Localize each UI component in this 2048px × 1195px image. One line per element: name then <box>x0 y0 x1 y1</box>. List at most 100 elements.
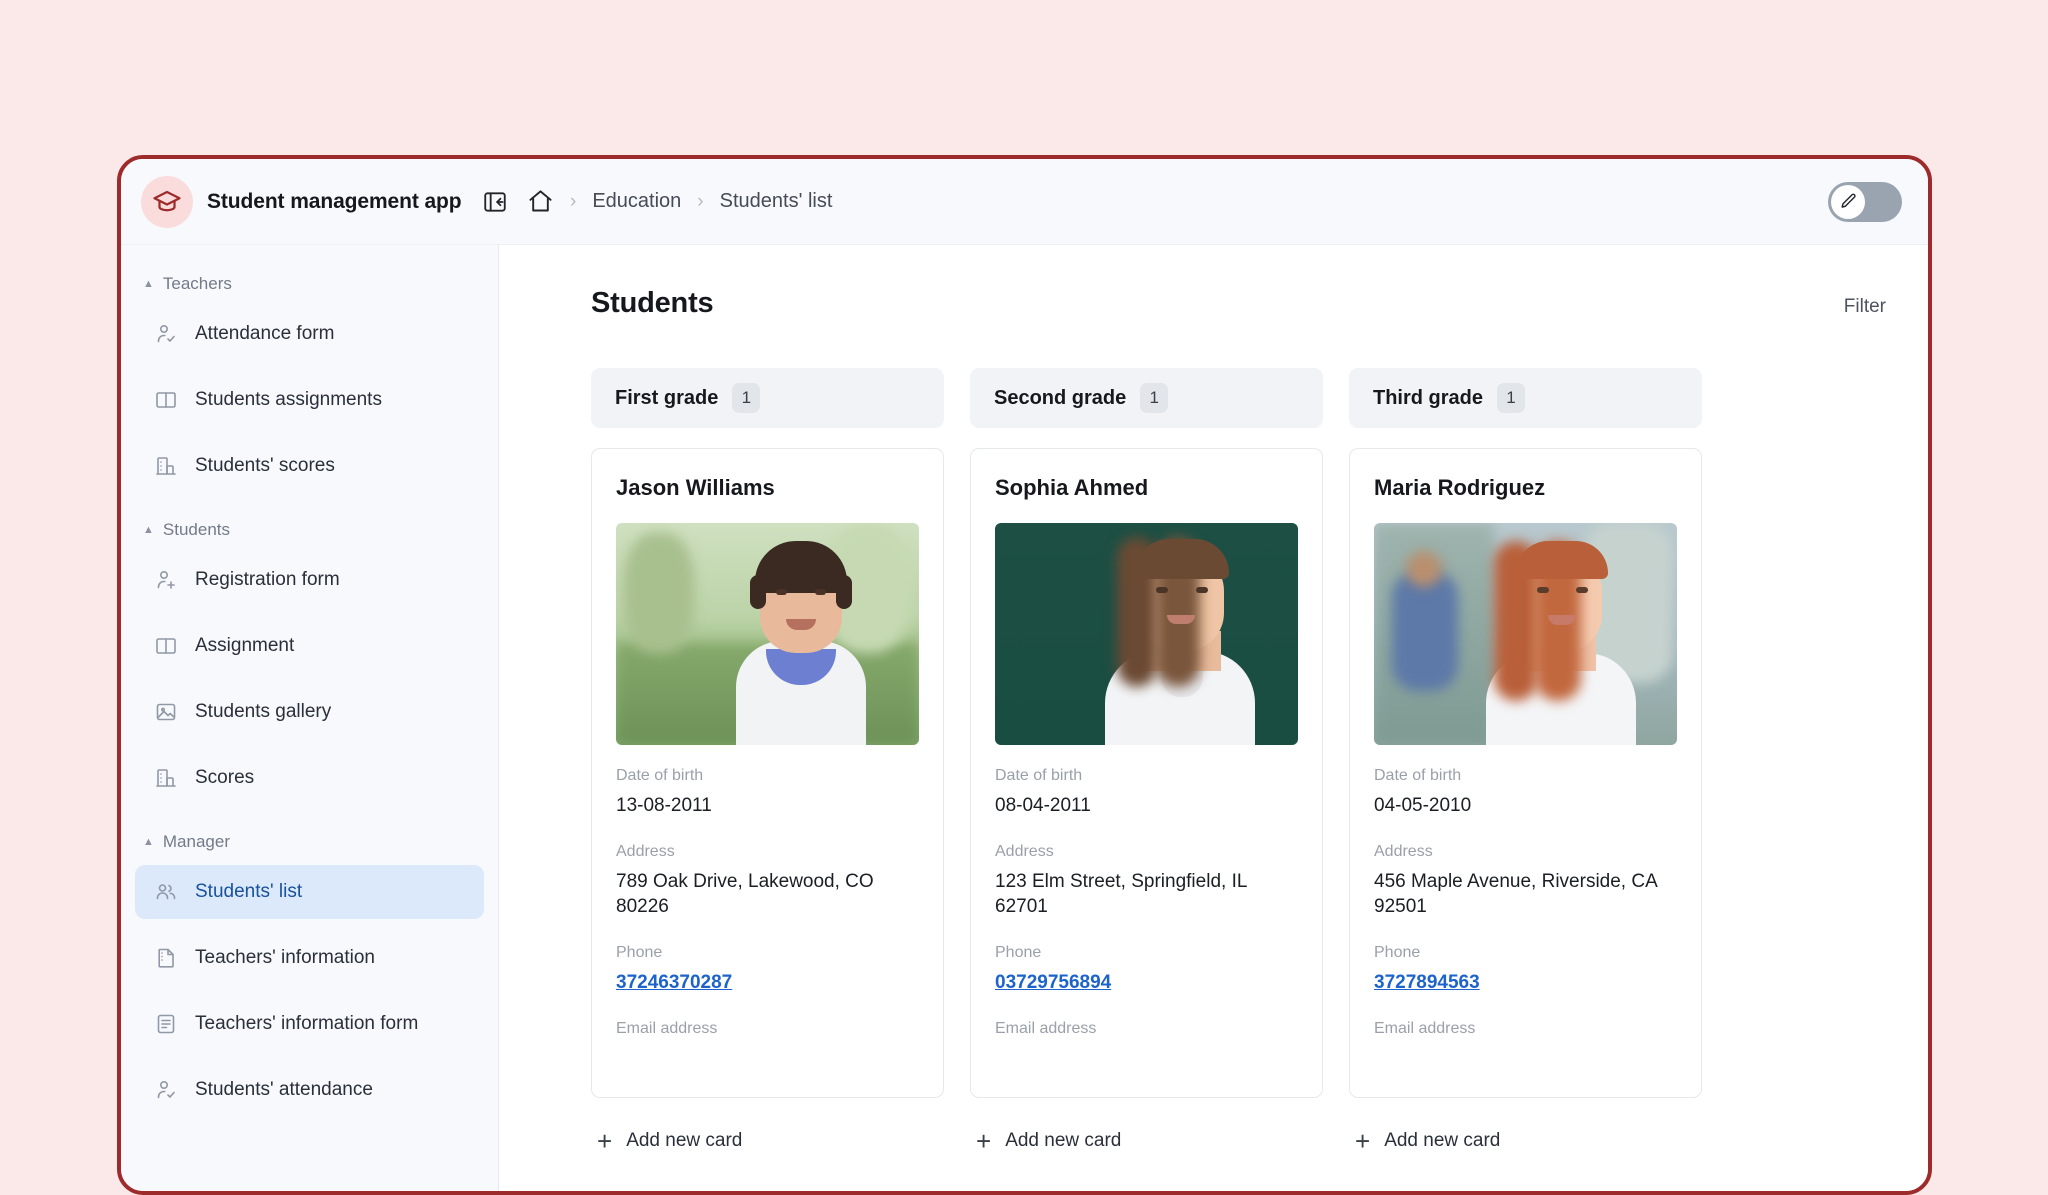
plus-icon: + <box>1355 1126 1371 1156</box>
sidebar-item-students-gallery[interactable]: Students gallery <box>135 685 484 739</box>
kanban-board: First grade 1 Jason Williams Date of bir… <box>499 320 1928 1160</box>
field-label-phone: Phone <box>1374 943 1421 961</box>
add-new-card-label: Add new card <box>626 1130 743 1151</box>
field-value-dob: 08-04-2011 <box>995 795 1091 816</box>
sidebar-item-label: Registration form <box>195 569 340 590</box>
sidebar-item-students-scores[interactable]: Students' scores <box>135 439 484 493</box>
sidebar-item-students-assignments[interactable]: Students assignments <box>135 373 484 427</box>
sidebar-item-label: Students' list <box>195 881 303 902</box>
add-new-card-label: Add new card <box>1005 1130 1122 1151</box>
add-new-card-label: Add new card <box>1384 1130 1501 1151</box>
sidebar-group-title: Teachers <box>162 274 232 293</box>
sidebar-item-label: Students' scores <box>195 455 335 476</box>
app-title: Student management app <box>207 189 462 213</box>
field-label-address: Address <box>995 842 1054 860</box>
top-bar: Student management app › Education › Stu… <box>121 159 1928 245</box>
sidebar-group-teachers: ▲ Teachers Attendance form Students assi… <box>121 267 498 493</box>
field-value-dob: 13-08-2011 <box>616 795 712 816</box>
breadcrumb-separator: › <box>570 191 577 212</box>
home-icon[interactable] <box>527 188 554 215</box>
column-header[interactable]: First grade 1 <box>591 368 944 428</box>
sidebar-group-title: Students <box>162 520 230 539</box>
sidebar-item-label: Students assignments <box>195 389 382 410</box>
top-bar-actions <box>1828 181 1928 222</box>
sidebar-group-header-students[interactable]: ▲ Students <box>121 513 498 547</box>
brand-area: Student management app <box>121 159 506 244</box>
breadcrumb: › Education › Students' list <box>499 188 1828 215</box>
student-name: Jason Williams <box>616 475 775 500</box>
column-header[interactable]: Third grade 1 <box>1349 368 1702 428</box>
sidebar-item-students-attendance[interactable]: Students' attendance <box>135 1063 484 1117</box>
page-title: Students <box>591 287 714 319</box>
field-value-phone[interactable]: 03729756894 <box>995 970 1298 996</box>
field-value-address: 456 Maple Avenue, Riverside, CA 92501 <box>1374 870 1657 918</box>
building-chart-icon <box>153 765 179 791</box>
student-name: Maria Rodriguez <box>1374 475 1546 500</box>
board-column-third-grade: Third grade 1 Maria Rodriguez Date of bi… <box>1349 368 1702 1160</box>
field-value-address: 123 Elm Street, Springfield, IL 62701 <box>995 870 1247 918</box>
field-label-dob: Date of birth <box>995 767 1083 784</box>
sidebar-item-label: Students' attendance <box>195 1079 373 1100</box>
book-open-icon <box>153 633 179 659</box>
add-new-card-button[interactable]: + Add new card <box>970 1098 1323 1160</box>
student-photo <box>616 523 919 745</box>
caret-up-icon: ▲ <box>143 835 154 848</box>
field-value-phone[interactable]: 3727894563 <box>1374 970 1677 996</box>
column-title: First grade <box>615 386 719 409</box>
sidebar-group-header-teachers[interactable]: ▲ Teachers <box>121 267 498 301</box>
field-label-dob: Date of birth <box>1374 767 1462 784</box>
edit-mode-toggle[interactable] <box>1828 181 1902 222</box>
sidebar-item-students-list[interactable]: Students' list <box>135 865 484 919</box>
column-count-badge: 1 <box>1497 383 1526 413</box>
sidebar-group-manager: ▲ Manager Students' list Teachers' infor… <box>121 825 498 1117</box>
sidebar-item-label: Attendance form <box>195 323 335 344</box>
user-check-icon <box>153 1077 179 1103</box>
sidebar-group-students: ▲ Students Registration form Assignment … <box>121 513 498 805</box>
column-header[interactable]: Second grade 1 <box>970 368 1323 428</box>
sidebar-item-label: Teachers' information form <box>195 1013 419 1034</box>
field-label-address: Address <box>616 842 675 860</box>
breadcrumb-item-education[interactable]: Education <box>592 190 681 213</box>
add-new-card-button[interactable]: + Add new card <box>1349 1098 1702 1160</box>
column-title: Third grade <box>1373 386 1484 409</box>
field-label-phone: Phone <box>995 943 1042 961</box>
field-value-dob: 04-05-2010 <box>1374 795 1472 816</box>
main-header: Students Filter <box>499 245 1928 320</box>
sidebar-item-attendance-form[interactable]: Attendance form <box>135 307 484 361</box>
field-label-email: Email address <box>995 1019 1097 1037</box>
column-count-badge: 1 <box>1140 383 1169 413</box>
student-card[interactable]: Sophia Ahmed Date of birth 08-04-2011 Ad… <box>970 448 1323 1098</box>
board-column-first-grade: First grade 1 Jason Williams Date of bir… <box>591 368 944 1160</box>
book-open-icon <box>153 387 179 413</box>
sidebar-item-teachers-information[interactable]: Teachers' information <box>135 931 484 985</box>
sidebar: ▲ Teachers Attendance form Students assi… <box>121 245 499 1191</box>
caret-up-icon: ▲ <box>143 277 154 290</box>
filter-button[interactable]: Filter <box>1844 296 1886 318</box>
column-title: Second grade <box>994 386 1127 409</box>
student-photo <box>1374 523 1677 745</box>
sidebar-group-title: Manager <box>162 832 230 851</box>
sidebar-item-teachers-information-form[interactable]: Teachers' information form <box>135 997 484 1051</box>
file-icon <box>153 945 179 971</box>
users-icon <box>153 879 179 905</box>
breadcrumb-item-students-list[interactable]: Students' list <box>720 190 833 213</box>
graduation-cap-icon <box>141 175 193 228</box>
sidebar-item-assignment[interactable]: Assignment <box>135 619 484 673</box>
sidebar-item-label: Teachers' information <box>195 947 375 968</box>
field-label-dob: Date of birth <box>616 767 704 784</box>
plus-icon: + <box>976 1126 992 1156</box>
pencil-icon <box>1831 184 1865 219</box>
add-new-card-button[interactable]: + Add new card <box>591 1098 944 1160</box>
field-label-address: Address <box>1374 842 1433 860</box>
body: ▲ Teachers Attendance form Students assi… <box>121 245 1928 1191</box>
sidebar-item-registration-form[interactable]: Registration form <box>135 553 484 607</box>
app-window: Student management app › Education › Stu… <box>117 155 1932 1195</box>
sidebar-group-header-manager[interactable]: ▲ Manager <box>121 825 498 859</box>
field-value-address: 789 Oak Drive, Lakewood, CO 80226 <box>616 870 874 918</box>
field-label-email: Email address <box>616 1019 718 1037</box>
main-content: Students Filter First grade 1 Jason Will… <box>499 245 1928 1191</box>
student-card[interactable]: Jason Williams Date of birth 13-08-2011 … <box>591 448 944 1098</box>
sidebar-item-scores[interactable]: Scores <box>135 751 484 805</box>
field-value-phone[interactable]: 37246370287 <box>616 970 919 996</box>
student-card[interactable]: Maria Rodriguez Date of birth 04-05-2010… <box>1349 448 1702 1098</box>
